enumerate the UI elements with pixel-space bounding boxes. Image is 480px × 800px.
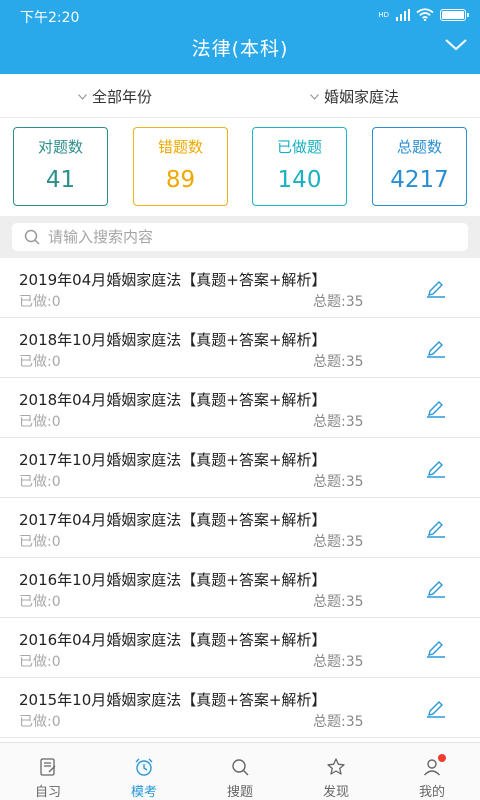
subject-filter-label: 婚姻家庭法 <box>324 88 400 106</box>
exam-title: 2017年04月婚姻家庭法【真题+答案+解析】 <box>19 511 327 529</box>
stat-label: 总题数 <box>396 138 442 156</box>
stat-value: 140 <box>277 167 322 193</box>
stat-value: 41 <box>45 167 76 193</box>
status-bar: 下午2:20 HD <box>0 0 480 28</box>
list-item[interactable]: 2018年10月婚姻家庭法【真题+答案+解析】 已做:0 总题:35 <box>0 318 480 378</box>
total-count: 总题:35 <box>313 654 364 670</box>
exam-title: 2015年10月婚姻家庭法【真题+答案+解析】 <box>19 691 327 709</box>
hd-label: HD <box>378 10 389 19</box>
edit-pencil-icon[interactable] <box>425 698 447 718</box>
done-count: 已做:0 <box>19 294 61 310</box>
status-time: 下午2:20 <box>20 10 80 26</box>
exam-title: 2016年04月婚姻家庭法【真题+答案+解析】 <box>19 631 327 649</box>
done-count: 已做:0 <box>19 534 61 550</box>
stat-value: 4217 <box>390 167 449 193</box>
tab-search-questions[interactable]: 搜题 <box>192 743 288 800</box>
search-icon <box>232 759 249 776</box>
tab-self-study[interactable]: 自习 <box>0 743 96 800</box>
done-count: 已做:0 <box>19 714 61 730</box>
edit-pencil-icon[interactable] <box>425 278 447 298</box>
edit-pencil-icon[interactable] <box>425 338 447 358</box>
page-title: 法律(本科) <box>191 38 289 60</box>
total-count: 总题:35 <box>313 474 364 490</box>
total-count: 总题:35 <box>313 294 364 310</box>
tab-label: 我的 <box>418 785 445 800</box>
list-item[interactable]: 2019年04月婚姻家庭法【真题+答案+解析】 已做:0 总题:35 <box>0 258 480 318</box>
list-item[interactable]: 2018年04月婚姻家庭法【真题+答案+解析】 已做:0 总题:35 <box>0 378 480 438</box>
exam-title: 2016年10月婚姻家庭法【真题+答案+解析】 <box>19 571 327 589</box>
subject-filter[interactable]: 婚姻家庭法 <box>310 86 399 107</box>
star-icon <box>327 758 345 775</box>
dropdown-arrow-icon <box>310 93 319 100</box>
tab-label: 自习 <box>34 785 61 800</box>
tab-label: 发现 <box>322 785 349 800</box>
exam-title: 2017年10月婚姻家庭法【真题+答案+解析】 <box>19 451 327 469</box>
search-icon <box>24 229 40 245</box>
alarm-clock-icon <box>135 758 153 776</box>
list-item[interactable]: 2016年04月婚姻家庭法【真题+答案+解析】 已做:0 总题:35 <box>0 618 480 678</box>
list-item[interactable]: 2015年10月婚姻家庭法【真题+答案+解析】 已做:0 总题:35 <box>0 678 480 738</box>
search-box[interactable] <box>12 223 468 251</box>
stat-label: 对题数 <box>37 138 83 156</box>
list-item[interactable]: 2017年10月婚姻家庭法【真题+答案+解析】 已做:0 总题:35 <box>0 438 480 498</box>
edit-pencil-icon[interactable] <box>425 638 447 658</box>
stat-value: 89 <box>165 167 196 193</box>
dropdown-arrow-icon <box>78 93 87 100</box>
wrong-count-card[interactable]: 错题数 89 <box>133 127 228 206</box>
wifi-icon <box>416 8 434 21</box>
done-count: 已做:0 <box>19 354 61 370</box>
tab-mock-exam[interactable]: 模考 <box>96 743 192 800</box>
tab-label: 模考 <box>130 785 157 800</box>
tab-label: 搜题 <box>226 785 253 800</box>
total-count-card[interactable]: 总题数 4217 <box>372 127 467 206</box>
chevron-down-icon[interactable] <box>444 38 468 52</box>
list-item[interactable]: 2016年10月婚姻家庭法【真题+答案+解析】 已做:0 总题:35 <box>0 558 480 618</box>
edit-pencil-icon[interactable] <box>425 518 447 538</box>
total-count: 总题:35 <box>313 594 364 610</box>
notification-badge <box>438 754 446 762</box>
stat-label: 错题数 <box>157 138 203 156</box>
status-icons: HD <box>378 8 469 21</box>
battery-icon <box>440 8 469 21</box>
done-count: 已做:0 <box>19 414 61 430</box>
edit-pencil-icon[interactable] <box>425 458 447 478</box>
search-input[interactable] <box>48 227 448 247</box>
edit-pencil-icon[interactable] <box>425 398 447 418</box>
exam-title: 2018年04月婚姻家庭法【真题+答案+解析】 <box>19 391 327 409</box>
year-filter-label: 全部年份 <box>92 88 153 106</box>
filter-bar: 全部年份 婚姻家庭法 <box>0 74 480 118</box>
correct-count-card[interactable]: 对题数 41 <box>13 127 108 206</box>
total-count: 总题:35 <box>313 414 364 430</box>
done-count: 已做:0 <box>19 594 61 610</box>
exam-list: 2019年04月婚姻家庭法【真题+答案+解析】 已做:0 总题:35 2018年… <box>0 258 480 738</box>
bottom-tab-bar: 自习 模考 搜题 发现 我的 <box>0 742 480 800</box>
total-count: 总题:35 <box>313 534 364 550</box>
stats-panel: 对题数 41 错题数 89 已做题 140 总题数 4217 <box>0 118 480 216</box>
stat-label: 已做题 <box>276 138 322 156</box>
edit-pencil-icon[interactable] <box>425 578 447 598</box>
exam-title: 2019年04月婚姻家庭法【真题+答案+解析】 <box>19 271 327 289</box>
tab-discover[interactable]: 发现 <box>288 743 384 800</box>
app-header: 下午2:20 HD 法律(本科) <box>0 0 480 74</box>
done-count: 已做:0 <box>19 654 61 670</box>
search-area <box>0 216 480 258</box>
done-count-card[interactable]: 已做题 140 <box>252 127 347 206</box>
done-count: 已做:0 <box>19 474 61 490</box>
year-filter[interactable]: 全部年份 <box>78 86 152 107</box>
exam-title: 2018年10月婚姻家庭法【真题+答案+解析】 <box>19 331 327 349</box>
total-count: 总题:35 <box>313 714 364 730</box>
notebook-icon <box>40 758 56 776</box>
list-item[interactable]: 2017年04月婚姻家庭法【真题+答案+解析】 已做:0 总题:35 <box>0 498 480 558</box>
cell-signal-icon <box>396 8 410 21</box>
tab-mine[interactable]: 我的 <box>384 743 480 800</box>
total-count: 总题:35 <box>313 354 364 370</box>
